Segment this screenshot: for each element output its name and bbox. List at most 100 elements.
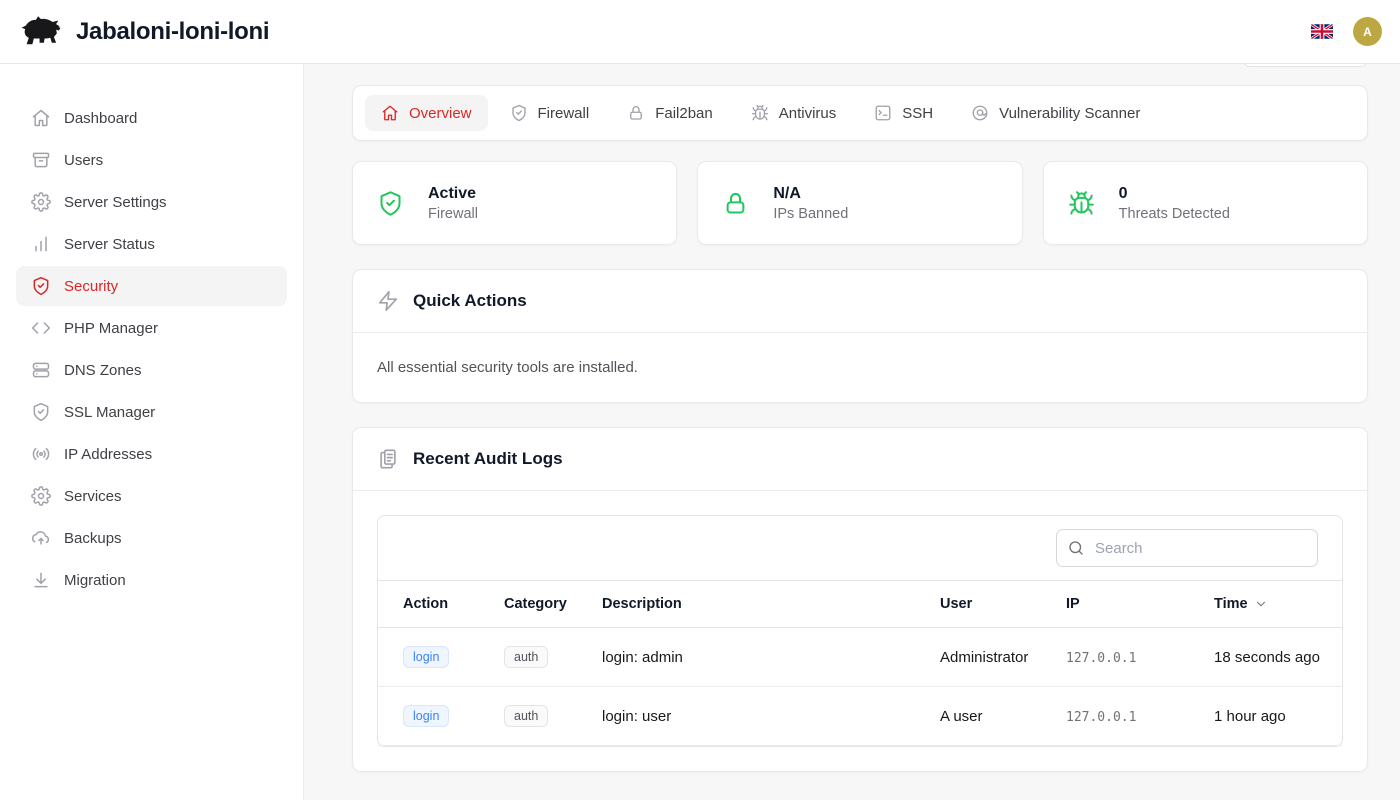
- download-icon: [31, 570, 51, 590]
- sidebar-item-services[interactable]: Services: [16, 476, 287, 516]
- clipboard-icon: [377, 448, 399, 470]
- tab-label: Antivirus: [779, 105, 837, 122]
- sidebar-item-users[interactable]: Users: [16, 140, 287, 180]
- code-icon: [31, 318, 51, 338]
- sidebar-item-label: Security: [64, 278, 118, 295]
- status-label: Threats Detected: [1119, 206, 1230, 222]
- bar-chart-icon: [31, 234, 51, 254]
- lock-icon: [627, 104, 645, 122]
- bug-icon: [1068, 190, 1095, 217]
- status-card-ips-banned: N/A IPs Banned: [697, 161, 1022, 245]
- column-header-time[interactable]: Time: [1198, 581, 1342, 628]
- sidebar-item-label: DNS Zones: [64, 362, 142, 379]
- quick-actions-message: All essential security tools are install…: [353, 333, 1367, 402]
- tab-firewall[interactable]: Firewall: [494, 95, 606, 131]
- server-icon: [31, 360, 51, 380]
- time-cell: 18 seconds ago: [1198, 628, 1342, 687]
- sidebar-item-server-settings[interactable]: Server Settings: [16, 182, 287, 222]
- status-value: 0: [1119, 185, 1230, 203]
- sidebar-item-label: PHP Manager: [64, 320, 158, 337]
- language-flag-icon[interactable]: [1311, 24, 1333, 39]
- column-header-description[interactable]: Description: [586, 581, 924, 628]
- audit-table-container: Action Category Description User IP Time: [377, 515, 1343, 747]
- ip-cell: 127.0.0.1: [1066, 651, 1136, 666]
- scan-icon: [971, 104, 989, 122]
- sidebar-item-label: Server Status: [64, 236, 155, 253]
- sidebar-item-label: Server Settings: [64, 194, 167, 211]
- shield-check-icon: [31, 402, 51, 422]
- sidebar-item-label: Dashboard: [64, 110, 137, 127]
- radio-icon: [31, 444, 51, 464]
- column-header-ip[interactable]: IP: [1050, 581, 1198, 628]
- column-header-action[interactable]: Action: [378, 581, 488, 628]
- description-cell: login: user: [586, 687, 924, 746]
- search-icon: [1067, 539, 1085, 557]
- search-input[interactable]: [1056, 529, 1318, 567]
- status-label: Firewall: [428, 206, 478, 222]
- sidebar-item-label: Backups: [64, 530, 122, 547]
- sidebar-item-backups[interactable]: Backups: [16, 518, 287, 558]
- sidebar-item-php-manager[interactable]: PHP Manager: [16, 308, 287, 348]
- sidebar-item-label: IP Addresses: [64, 446, 152, 463]
- sidebar-item-ssl-manager[interactable]: SSL Manager: [16, 392, 287, 432]
- description-cell: login: admin: [586, 628, 924, 687]
- shield-check-icon: [510, 104, 528, 122]
- tab-overview[interactable]: Overview: [365, 95, 488, 131]
- ip-cell: 127.0.0.1: [1066, 710, 1136, 725]
- sidebar-item-label: Services: [64, 488, 122, 505]
- audit-logs-card: Recent Audit Logs Action Cat: [352, 427, 1368, 772]
- terminal-icon: [874, 104, 892, 122]
- brand[interactable]: Jabaloni-loni-loni: [18, 15, 269, 49]
- sidebar-item-security[interactable]: Security: [16, 266, 287, 306]
- sidebar-item-dashboard[interactable]: Dashboard: [16, 98, 287, 138]
- bug-icon: [751, 104, 769, 122]
- tab-antivirus[interactable]: Antivirus: [735, 95, 853, 131]
- tab-fail2ban[interactable]: Fail2ban: [611, 95, 729, 131]
- tab-label: Vulnerability Scanner: [999, 105, 1140, 122]
- tab-label: Overview: [409, 105, 472, 122]
- status-value: N/A: [773, 185, 848, 203]
- user-cell: Administrator: [924, 628, 1050, 687]
- security-tabs: Overview Firewall Fail2ban Antivirus SSH: [352, 85, 1368, 141]
- category-badge: auth: [504, 705, 548, 727]
- sidebar-item-server-status[interactable]: Server Status: [16, 224, 287, 264]
- home-icon: [381, 104, 399, 122]
- column-header-category[interactable]: Category: [488, 581, 586, 628]
- audit-logs-title: Recent Audit Logs: [413, 449, 563, 469]
- tab-vulnerability-scanner[interactable]: Vulnerability Scanner: [955, 95, 1156, 131]
- zap-icon: [377, 290, 399, 312]
- user-avatar[interactable]: A: [1353, 17, 1382, 46]
- tab-label: Fail2ban: [655, 105, 713, 122]
- top-header: Jabaloni-loni-loni A: [0, 0, 1400, 64]
- audit-table: Action Category Description User IP Time: [378, 580, 1342, 746]
- audit-search: [1056, 529, 1318, 567]
- status-card-firewall: Active Firewall: [352, 161, 677, 245]
- time-cell: 1 hour ago: [1198, 687, 1342, 746]
- sidebar-item-label: SSL Manager: [64, 404, 155, 421]
- status-card-threats: 0 Threats Detected: [1043, 161, 1368, 245]
- category-badge: auth: [504, 646, 548, 668]
- tab-label: SSH: [902, 105, 933, 122]
- status-cards: Active Firewall N/A IPs Banned 0 Threats…: [352, 161, 1368, 245]
- archive-icon: [31, 150, 51, 170]
- sidebar-item-dns-zones[interactable]: DNS Zones: [16, 350, 287, 390]
- sidebar-item-label: Migration: [64, 572, 126, 589]
- shield-check-icon: [377, 190, 404, 217]
- table-row[interactable]: login auth login: admin Administrator 12…: [378, 628, 1342, 687]
- status-value: Active: [428, 185, 478, 203]
- sidebar-item-label: Users: [64, 152, 103, 169]
- column-header-user[interactable]: User: [924, 581, 1050, 628]
- home-icon: [31, 108, 51, 128]
- main-content: Security Center Take Tour Overview Firew…: [304, 0, 1400, 772]
- sidebar-item-migration[interactable]: Migration: [16, 560, 287, 600]
- gear-icon: [31, 192, 51, 212]
- app-title: Jabaloni-loni-loni: [76, 18, 269, 46]
- sidebar-item-ip-addresses[interactable]: IP Addresses: [16, 434, 287, 474]
- cloud-upload-icon: [31, 528, 51, 548]
- boar-logo-icon: [18, 15, 64, 49]
- tab-ssh[interactable]: SSH: [858, 95, 949, 131]
- chevron-down-icon: [1254, 597, 1268, 611]
- table-row[interactable]: login auth login: user A user 127.0.0.1 …: [378, 687, 1342, 746]
- lock-icon: [722, 190, 749, 217]
- tab-label: Firewall: [538, 105, 590, 122]
